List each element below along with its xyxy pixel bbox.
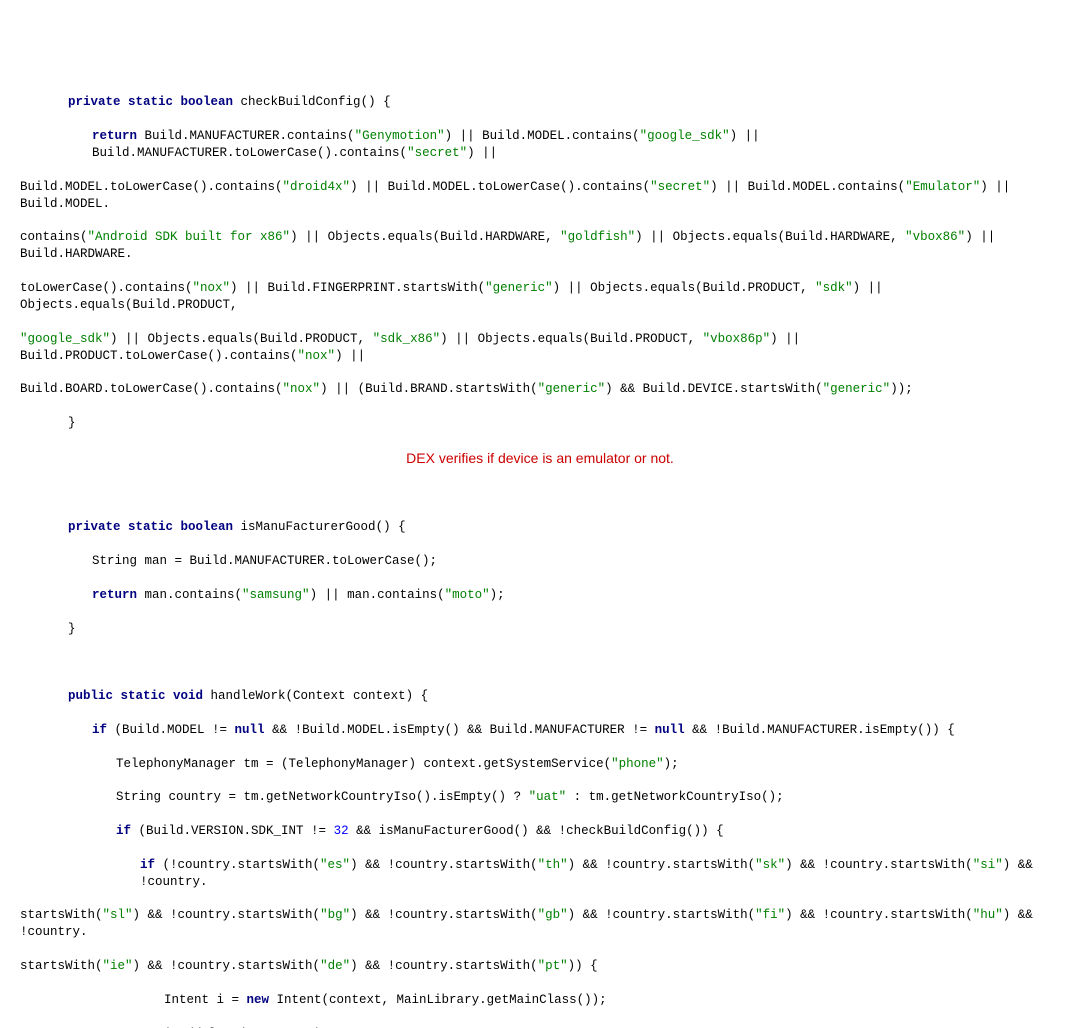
code-line: private static boolean isManuFacturerGoo… — [20, 519, 1060, 536]
code-line: TelephonyManager tm = (TelephonyManager)… — [20, 756, 1060, 773]
code-line: String country = tm.getNetworkCountryIso… — [20, 789, 1060, 806]
code-line: toLowerCase().contains("nox") || Build.F… — [20, 280, 1060, 314]
code-line: String man = Build.MANUFACTURER.toLowerC… — [20, 553, 1060, 570]
blank-line — [20, 654, 1060, 671]
code-line: Build.MODEL.toLowerCase().contains("droi… — [20, 179, 1060, 213]
code-line: if (Build.MODEL != null && !Build.MODEL.… — [20, 722, 1060, 739]
blank-line — [20, 486, 1060, 503]
code-line: contains("Android SDK built for x86") ||… — [20, 229, 1060, 263]
code-line: } — [20, 415, 1060, 432]
code-line: startsWith("ie") && !country.startsWith(… — [20, 958, 1060, 975]
code-line: return man.contains("samsung") || man.co… — [20, 587, 1060, 604]
code-block: private static boolean checkBuildConfig(… — [20, 78, 1060, 1028]
kw: private static boolean — [68, 95, 233, 109]
code-line: Build.BOARD.toLowerCase().contains("nox"… — [20, 381, 1060, 398]
code-line: startsWith("sl") && !country.startsWith(… — [20, 907, 1060, 941]
code-line: i.addFlags(268435456); — [20, 1026, 1060, 1028]
code-line: private static boolean checkBuildConfig(… — [20, 94, 1060, 111]
code-line: public static void handleWork(Context co… — [20, 688, 1060, 705]
code-line: return Build.MANUFACTURER.contains("Geny… — [20, 128, 1060, 162]
code-line: "google_sdk") || Objects.equals(Build.PR… — [20, 331, 1060, 365]
code-line: Intent i = new Intent(context, MainLibra… — [20, 992, 1060, 1009]
code-line: if (Build.VERSION.SDK_INT != 32 && isMan… — [20, 823, 1060, 840]
code-line: if (!country.startsWith("es") && !countr… — [20, 857, 1060, 891]
annotation-emulator: DEX verifies if device is an emulator or… — [20, 449, 1060, 469]
code-line: } — [20, 621, 1060, 638]
